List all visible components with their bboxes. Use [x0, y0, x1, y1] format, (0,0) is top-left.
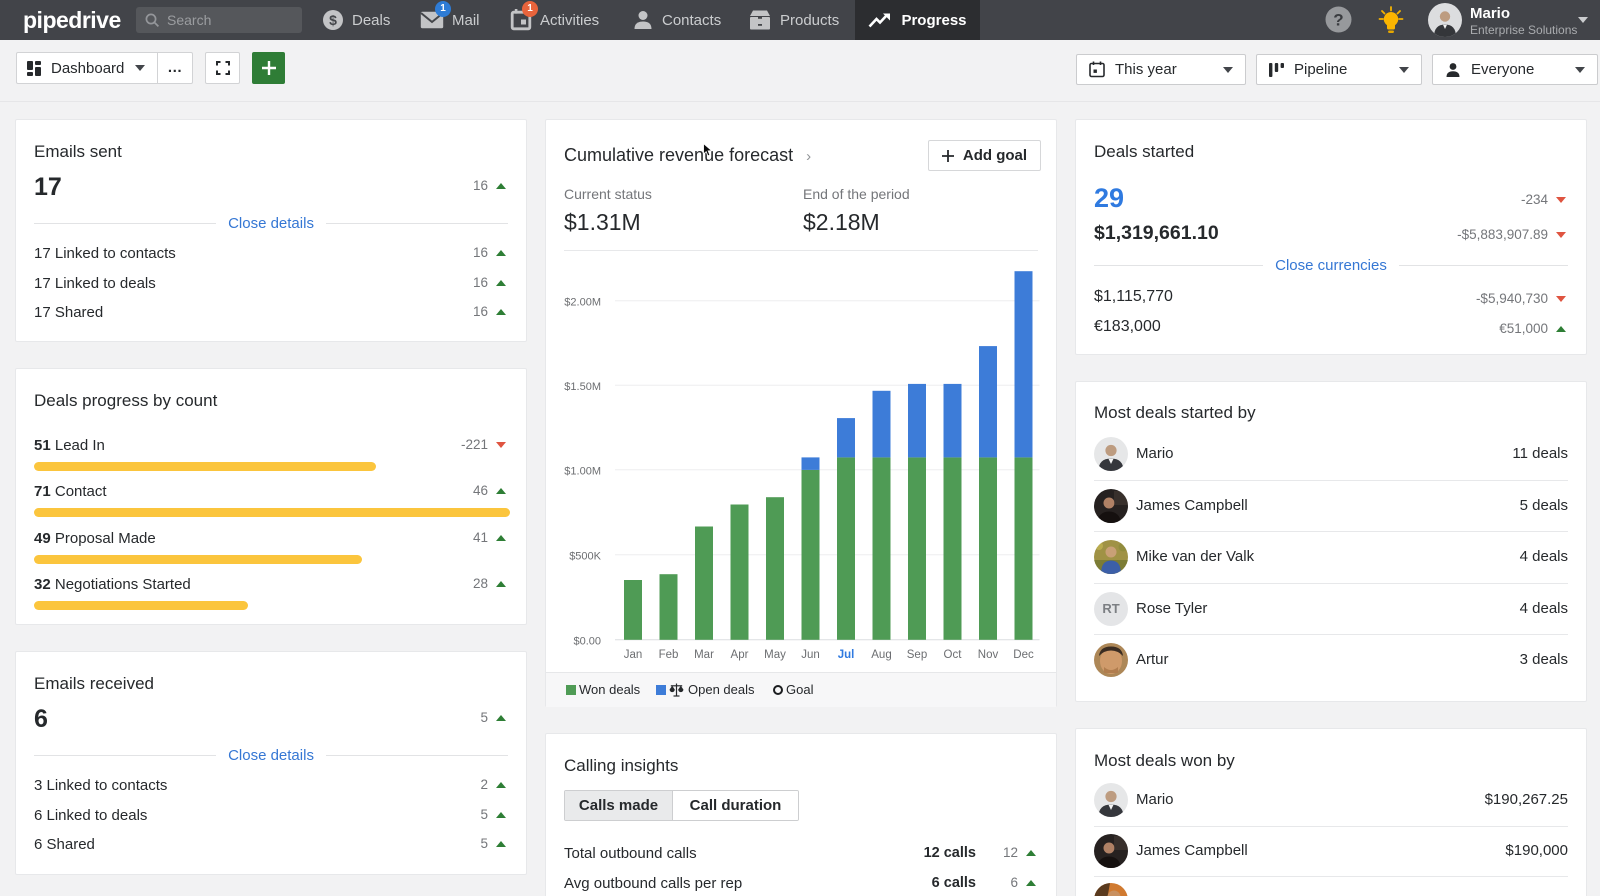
- svg-text:Apr: Apr: [731, 649, 749, 661]
- svg-text:Sep: Sep: [907, 649, 927, 661]
- svg-text:$2.00M: $2.00M: [564, 296, 601, 308]
- svg-text:Mar: Mar: [694, 649, 714, 661]
- svg-text:$1.50M: $1.50M: [564, 381, 601, 393]
- svg-text:$500K: $500K: [569, 550, 601, 562]
- svg-text:Jul: Jul: [838, 649, 855, 661]
- svg-text:May: May: [764, 649, 786, 661]
- svg-text:Jan: Jan: [624, 649, 643, 661]
- svg-text:Aug: Aug: [871, 649, 891, 661]
- svg-text:Oct: Oct: [944, 649, 963, 661]
- svg-text:Dec: Dec: [1013, 649, 1034, 661]
- svg-text:$0.00: $0.00: [573, 635, 601, 647]
- svg-text:?: ?: [1333, 11, 1343, 30]
- svg-text:Feb: Feb: [659, 649, 679, 661]
- svg-text:Jun: Jun: [801, 649, 820, 661]
- svg-text:Nov: Nov: [978, 649, 999, 661]
- svg-text:$1.00M: $1.00M: [564, 465, 601, 477]
- svg-text:$: $: [329, 12, 337, 28]
